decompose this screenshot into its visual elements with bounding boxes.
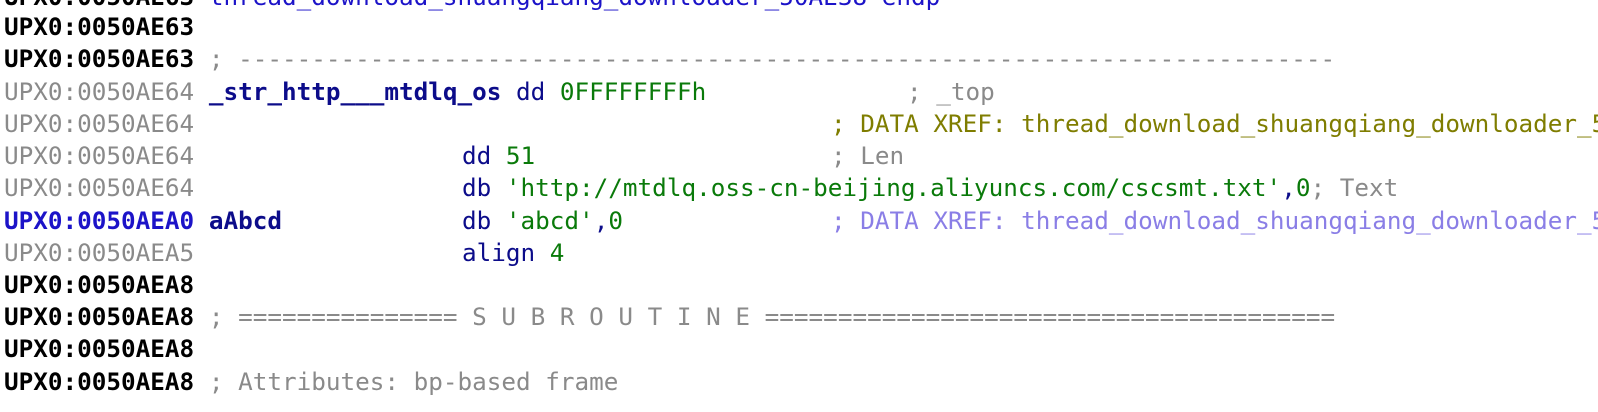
line-address: UPX0:0050AE64 — [4, 173, 195, 202]
operand: 4 — [549, 238, 565, 267]
listing-line[interactable]: UPX0:0050AEA0 aAbcd db 'abcd',0 ; DATA XRE… — [4, 205, 1598, 237]
string-operand[interactable]: 'abcd' — [506, 206, 594, 235]
line-address: UPX0:0050AEA8 — [4, 270, 195, 299]
operand: 0FFFFFFFFh — [559, 77, 707, 106]
data-label[interactable]: aAbcd — [209, 206, 282, 235]
line-address: UPX0:0050AEA0 — [4, 206, 195, 235]
operand-separator: , — [1281, 173, 1296, 202]
separator-comment: ; --------------------------------------… — [208, 44, 1336, 73]
data-xref-comment[interactable]: ; DATA XREF: thread_download_shuangqiang… — [831, 108, 1598, 140]
mnemonic: align — [462, 238, 536, 267]
operand: 0 — [608, 206, 623, 235]
string-operand[interactable]: 'http://mtdlq.oss-cn-beijing.aliyuncs.co… — [506, 173, 1281, 202]
line-address: UPX0:0050AE63 — [4, 12, 195, 41]
listing-line[interactable]: UPX0:0050AEA8 ; Attributes: bp-based fra… — [4, 366, 618, 398]
line-comment: ; Text — [1310, 173, 1399, 202]
line-address: UPX0:0050AE64 — [4, 77, 195, 106]
listing-line[interactable]: UPX0:0050AEA8 ; =============== S U B R … — [4, 301, 1335, 333]
operand: 0 — [1295, 173, 1311, 202]
line-address: UPX0:0050AEA8 — [4, 334, 195, 363]
line-address: UPX0:0050AEA8 — [4, 302, 195, 331]
data-xref-comment[interactable]: ; DATA XREF: thread_download_shuangqiang… — [831, 205, 1598, 237]
listing-line[interactable]: UPX0:0050AE64 _str_http___mtdlq_os dd 0F… — [4, 76, 995, 108]
line-address: UPX0:0050AE64 — [4, 141, 195, 170]
listing-line[interactable]: UPX0:0050AEA8 — [4, 333, 194, 365]
attributes-comment: ; Attributes: bp-based frame — [208, 367, 619, 396]
listing-line[interactable]: UPX0:0050AEA5 align 4 — [4, 237, 564, 269]
operand-separator: , — [593, 206, 609, 235]
listing-line[interactable]: UPX0:0050AE64 dd 51 ; Len — [4, 140, 904, 172]
line-address: UPX0:0050AE63 — [4, 44, 195, 73]
subroutine-banner-comment: ; =============== S U B R O U T I N E ==… — [208, 302, 1336, 331]
mnemonic: dd — [462, 141, 492, 170]
listing-line[interactable]: UPX0:0050AE63 ; ------------------------… — [4, 43, 1335, 75]
function-end-label[interactable]: thread_download_shuangqiang_downloader_5… — [209, 0, 940, 11]
mnemonic: db — [462, 173, 492, 202]
mnemonic: dd — [516, 77, 546, 106]
line-address: UPX0:0050AEA5 — [4, 238, 195, 267]
line-address: UPX0:0050AEA8 — [4, 367, 195, 396]
listing-line[interactable]: UPX0:0050AE63 — [4, 11, 194, 43]
mnemonic: db — [462, 206, 492, 235]
data-label[interactable]: _str_http___mtdlq_os — [209, 77, 502, 106]
line-address: UPX0:0050AE64 — [4, 109, 195, 138]
line-comment: ; Len — [831, 141, 905, 170]
operand: 51 — [505, 141, 536, 170]
disassembly-listing[interactable]: UPX0:0050AE63 thread_download_shuangqian… — [0, 0, 1598, 412]
listing-line[interactable]: UPX0:0050AE64 ; DATA XREF: thread_downloa… — [4, 108, 1598, 140]
listing-line[interactable]: UPX0:0050AEA8 — [4, 269, 194, 301]
line-comment: ; _top — [907, 77, 995, 106]
listing-line[interactable]: UPX0:0050AE64 db 'http://mtdlq.oss-cn-bei… — [4, 172, 1398, 204]
line-address: UPX0:0050AE63 — [4, 0, 194, 11]
